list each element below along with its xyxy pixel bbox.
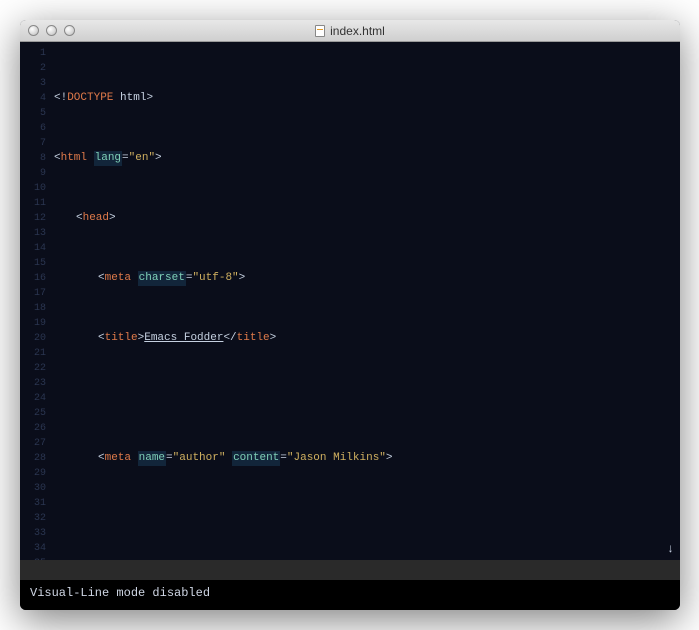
code-token: "author" xyxy=(173,451,226,466)
code-token: title xyxy=(237,331,270,346)
code-token: "en" xyxy=(129,151,155,166)
code-token: > xyxy=(270,331,277,346)
line-number: 25 xyxy=(20,406,46,421)
code-token: < xyxy=(98,451,105,466)
line-number: 15 xyxy=(20,256,46,271)
line-number: 20 xyxy=(20,331,46,346)
line-number: 26 xyxy=(20,421,46,436)
code-token: charset xyxy=(138,271,186,286)
code-token: lang xyxy=(94,151,122,166)
code-token: < xyxy=(98,271,105,286)
line-number: 18 xyxy=(20,301,46,316)
line-number: 23 xyxy=(20,376,46,391)
line-number: 19 xyxy=(20,316,46,331)
code-token: meta xyxy=(105,271,131,286)
line-number: 31 xyxy=(20,496,46,511)
minimize-icon[interactable] xyxy=(46,25,57,36)
line-number: 33 xyxy=(20,526,46,541)
line-number: 8 xyxy=(20,151,46,166)
line-number: 4 xyxy=(20,91,46,106)
code-token: "Jason Milkins" xyxy=(287,451,386,466)
line-number: 6 xyxy=(20,121,46,136)
line-number: 10 xyxy=(20,181,46,196)
line-number: 35 xyxy=(20,556,46,560)
code-token: > xyxy=(155,151,162,166)
line-number: 5 xyxy=(20,106,46,121)
scroll-down-icon: ↓ xyxy=(667,542,674,557)
code-token: = xyxy=(122,151,129,166)
code-area[interactable]: <!DOCTYPE html> <html lang="en"> <head> … xyxy=(52,42,680,560)
line-number: 2 xyxy=(20,61,46,76)
line-number: 9 xyxy=(20,166,46,181)
close-icon[interactable] xyxy=(28,25,39,36)
traffic-lights xyxy=(28,25,75,36)
line-number: 34 xyxy=(20,541,46,556)
zoom-icon[interactable] xyxy=(64,25,75,36)
code-token: html xyxy=(113,91,146,106)
code-token: head xyxy=(83,211,109,226)
line-number: 32 xyxy=(20,511,46,526)
code-token: </ xyxy=(223,331,236,346)
document-icon xyxy=(315,25,325,37)
editor-pane[interactable]: 1234567891011121314151617181920212223242… xyxy=(20,42,680,560)
code-token: > xyxy=(386,451,393,466)
code-token: "utf-8" xyxy=(192,271,238,286)
line-number: 3 xyxy=(20,76,46,91)
line-number: 7 xyxy=(20,136,46,151)
line-number: 1 xyxy=(20,46,46,61)
line-number: 30 xyxy=(20,481,46,496)
code-token: name xyxy=(138,451,166,466)
code-token: <! xyxy=(54,91,67,106)
code-token: < xyxy=(98,331,105,346)
minibuffer-text: Visual-Line mode disabled xyxy=(30,586,210,600)
code-token: < xyxy=(76,211,83,226)
line-number: 27 xyxy=(20,436,46,451)
window-title: index.html xyxy=(330,24,385,38)
line-number: 12 xyxy=(20,211,46,226)
code-token: > xyxy=(239,271,246,286)
titlebar[interactable]: index.html xyxy=(20,20,680,42)
code-token: > xyxy=(109,211,116,226)
line-number: 13 xyxy=(20,226,46,241)
line-number: 14 xyxy=(20,241,46,256)
mode-line[interactable] xyxy=(20,560,680,580)
line-number: 24 xyxy=(20,391,46,406)
code-token: Emacs Fodder xyxy=(144,331,223,346)
code-token: > xyxy=(146,91,153,106)
code-token: meta xyxy=(105,451,131,466)
code-token: DOCTYPE xyxy=(67,91,113,106)
emacs-window: index.html 12345678910111213141516171819… xyxy=(20,20,680,610)
line-number: 29 xyxy=(20,466,46,481)
line-number: 17 xyxy=(20,286,46,301)
code-token: > xyxy=(138,331,145,346)
line-number: 22 xyxy=(20,361,46,376)
code-token: < xyxy=(54,151,61,166)
code-token: content xyxy=(232,451,280,466)
line-number: 21 xyxy=(20,346,46,361)
code-token: title xyxy=(105,331,138,346)
line-number: 16 xyxy=(20,271,46,286)
minibuffer[interactable]: Visual-Line mode disabled xyxy=(20,580,680,610)
line-number: 28 xyxy=(20,451,46,466)
code-token: html xyxy=(61,151,87,166)
line-number: 11 xyxy=(20,196,46,211)
line-number-gutter: 1234567891011121314151617181920212223242… xyxy=(20,42,52,560)
